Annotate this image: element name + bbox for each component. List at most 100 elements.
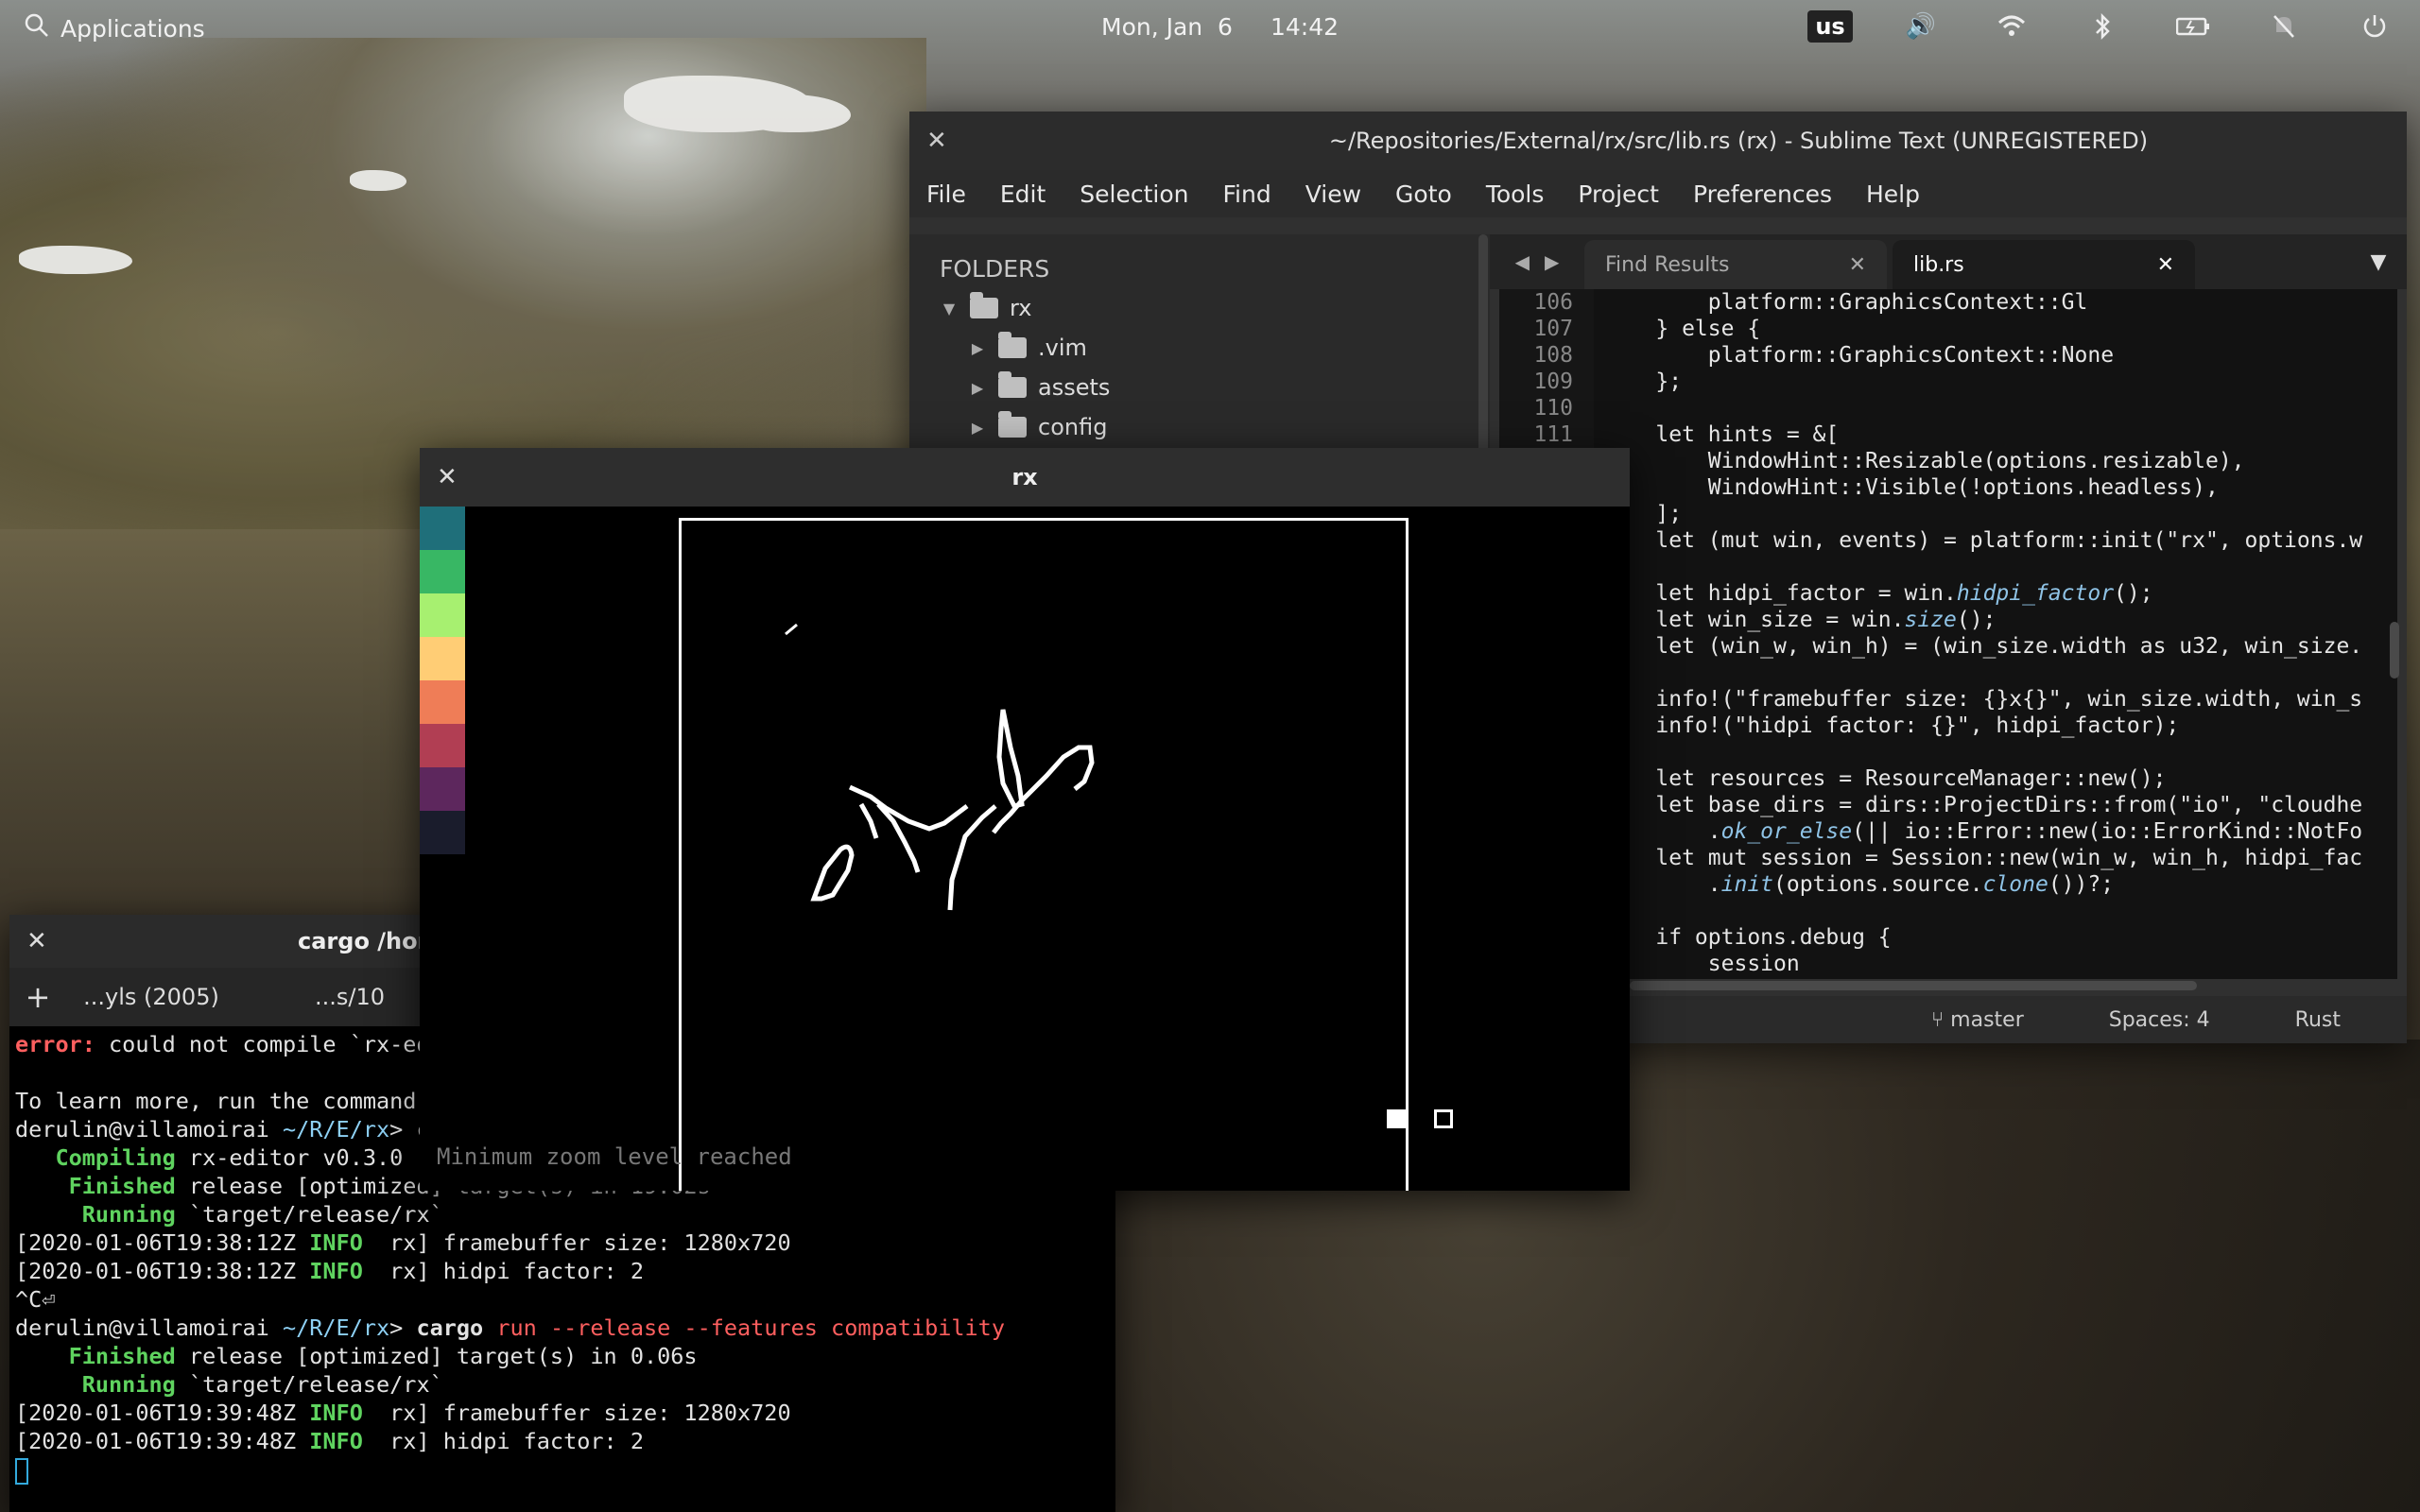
volume-icon[interactable]: 🔊: [1876, 8, 1966, 45]
menu-file[interactable]: File: [909, 180, 983, 208]
battery-icon[interactable]: [2148, 8, 2238, 45]
tab-label: lib.rs: [1913, 252, 1964, 277]
terminal-title: cargo /hor: [298, 928, 429, 954]
code-line: let base_dirs = dirs::ProjectDirs::from(…: [1603, 793, 2363, 817]
terminal-tab[interactable]: ...s/10: [265, 984, 435, 1010]
window-title: ~/Repositories/External/rx/src/lib.rs (r…: [1328, 128, 2149, 154]
terminal-text: [2020-01-06T19:39:48Z: [15, 1428, 310, 1454]
code-editor[interactable]: 106 107 108 109 110 111 platform::GraphicsCon…: [1499, 289, 2397, 979]
terminal-text: could not compile `rx-ed: [95, 1031, 430, 1057]
terminal-text: error:: [15, 1031, 95, 1057]
notifications-off-icon[interactable]: [2238, 8, 2329, 45]
folder-item[interactable]: ▶ config: [909, 407, 1490, 447]
code-line: let hidpi_factor = win.hidpi_factor();: [1603, 581, 2153, 606]
menu-selection[interactable]: Selection: [1063, 180, 1205, 208]
applications-label: Applications: [60, 14, 205, 43]
git-branch[interactable]: ⑂ master: [1931, 1008, 2024, 1032]
menu-help[interactable]: Help: [1849, 180, 1937, 208]
palette-swatch[interactable]: [420, 550, 465, 593]
rx-editor-window: ✕ rx Minimum zoom level reached: [420, 448, 1630, 1191]
close-icon[interactable]: ✕: [926, 127, 947, 155]
line-number: 110: [1533, 396, 1573, 421]
folder-item[interactable]: ▶ .vim: [909, 328, 1490, 368]
close-icon[interactable]: ✕: [1849, 253, 1866, 277]
palette-swatch[interactable]: [420, 680, 465, 724]
code-line: let hints = &[: [1603, 422, 1840, 447]
terminal-text: rx] hidpi factor: 2: [362, 1258, 644, 1284]
code-line: let win_size = win.size();: [1603, 608, 1996, 632]
bluetooth-icon[interactable]: [2057, 8, 2148, 45]
indentation-setting[interactable]: Spaces: 4: [2109, 1008, 2210, 1032]
code-line: info!("framebuffer size: {}x{}", win_siz…: [1603, 687, 2363, 712]
tab-next-icon[interactable]: ▶: [1545, 250, 1559, 273]
tab-find-results[interactable]: Find Results ✕: [1584, 240, 1887, 289]
close-icon[interactable]: ✕: [2157, 253, 2174, 277]
power-icon[interactable]: [2329, 8, 2420, 45]
tab-lib-rs[interactable]: lib.rs ✕: [1893, 240, 2195, 289]
code-line: ];: [1603, 502, 1683, 526]
menu-project[interactable]: Project: [1561, 180, 1676, 208]
palette-swatch[interactable]: [420, 724, 465, 767]
rx-titlebar[interactable]: ✕ rx: [420, 448, 1630, 507]
terminal-text: ~/R/E/rx: [282, 1314, 390, 1341]
palette-swatch[interactable]: [420, 593, 465, 637]
menu-goto[interactable]: Goto: [1378, 180, 1469, 208]
menu-edit[interactable]: Edit: [983, 180, 1063, 208]
folder-rx[interactable]: ▼ rx: [909, 288, 1490, 328]
code-line: let (mut win, events) = platform::init("…: [1603, 528, 2363, 553]
tab-prev-icon[interactable]: ◀: [1515, 250, 1530, 273]
terminal-line: [2020-01-06T19:39:48Z INFO rx] hidpi fac…: [15, 1427, 1110, 1455]
resize-handle-outline[interactable]: [1434, 1109, 1453, 1128]
terminal-text: INFO: [309, 1258, 363, 1284]
code-line: .init(options.source.clone())?;: [1603, 872, 2115, 897]
tab-dropdown-icon[interactable]: ▼: [2350, 234, 2407, 289]
folder-icon: [998, 411, 1027, 438]
resize-handle-filled[interactable]: [1387, 1109, 1406, 1128]
drawing-canvas[interactable]: [679, 518, 1409, 1191]
code-line: session: [1603, 952, 1800, 976]
menu-view[interactable]: View: [1288, 180, 1378, 208]
palette-swatch[interactable]: [420, 811, 465, 854]
terminal-text: release [optimized] target(s) in 0.06s: [175, 1343, 698, 1369]
terminal-text: Running: [15, 1371, 176, 1398]
terminal-tab[interactable]: ...yls (2005): [66, 984, 236, 1010]
menu-preferences[interactable]: Preferences: [1676, 180, 1849, 208]
vertical-scrollbar[interactable]: [2390, 622, 2399, 679]
code-line: if options.debug {: [1603, 925, 1892, 950]
code-line: info!("hidpi factor: {}", hidpi_factor);: [1603, 713, 2180, 738]
folder-item[interactable]: ▶ assets: [909, 368, 1490, 407]
palette-swatch[interactable]: [420, 507, 465, 550]
keyboard-layout-indicator[interactable]: us: [1785, 8, 1876, 45]
palette-swatch[interactable]: [420, 637, 465, 680]
code-content[interactable]: platform::GraphicsContext::Gl } else { p…: [1603, 289, 2362, 977]
close-icon[interactable]: ✕: [26, 927, 47, 955]
tab-label: Find Results: [1605, 252, 1730, 277]
menu-tools[interactable]: Tools: [1469, 180, 1562, 208]
menu-find[interactable]: Find: [1205, 180, 1288, 208]
terminal-line: [2020-01-06T19:38:12Z INFO rx] hidpi fac…: [15, 1257, 1110, 1285]
terminal-text: INFO: [309, 1229, 363, 1256]
wifi-icon[interactable]: [1966, 8, 2057, 45]
line-number: 108: [1533, 343, 1573, 368]
code-line: WindowHint::Visible(!options.headless),: [1603, 475, 2219, 500]
applications-menu[interactable]: Applications: [25, 13, 205, 43]
expanded-arrow-icon: ▼: [942, 299, 956, 318]
code-line: .ok_or_else(|| io::Error::new(io::ErrorK…: [1603, 819, 2363, 844]
terminal-text: derulin@villamoirai: [15, 1314, 283, 1341]
close-icon[interactable]: ✕: [437, 463, 458, 491]
terminal-text: cargo: [416, 1314, 484, 1341]
terminal-text: [2020-01-06T19:38:12Z: [15, 1229, 310, 1256]
line-number: 107: [1533, 317, 1573, 341]
horizontal-scrollbar[interactable]: [1630, 981, 2197, 990]
terminal-text: >: [389, 1314, 417, 1341]
sublime-titlebar[interactable]: ✕ ~/Repositories/External/rx/src/lib.rs …: [909, 112, 2407, 170]
add-tab-icon[interactable]: +: [9, 979, 66, 1015]
clock[interactable]: Mon, Jan 6 14:42: [1101, 13, 1339, 41]
branch-icon: ⑂: [1930, 1007, 1951, 1032]
terminal-line: Running `target/release/rx`: [15, 1200, 1110, 1228]
syntax-selector[interactable]: Rust: [2295, 1008, 2341, 1032]
line-number: 109: [1533, 369, 1573, 394]
palette-swatch[interactable]: [420, 767, 465, 811]
